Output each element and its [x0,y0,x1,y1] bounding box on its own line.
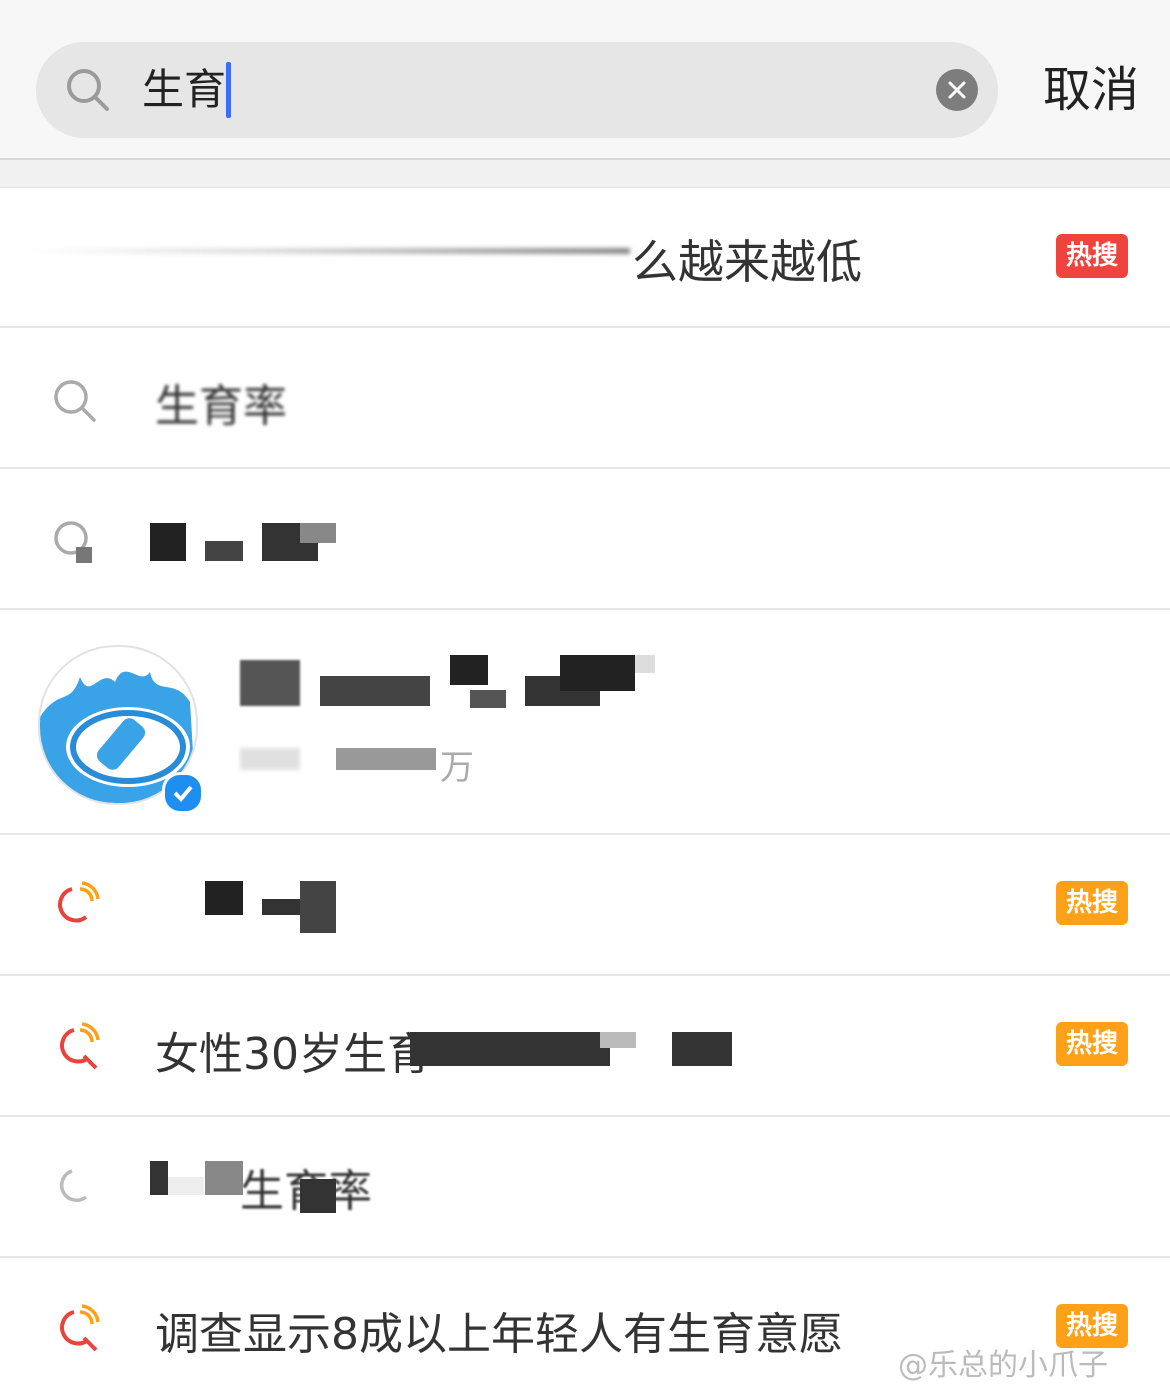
clear-button[interactable] [936,69,978,111]
search-input[interactable]: 生育 [36,42,998,138]
divider-band [0,160,1170,188]
follower-count: 万 [440,748,474,788]
suggestion-item[interactable]: 生育率 [0,1117,1170,1258]
verified-badge-icon [162,772,204,814]
suggestion-item[interactable]: 么越来越低 热搜 [0,188,1170,328]
suggestion-item[interactable]: 热搜 [0,835,1170,976]
suggestion-item[interactable] [0,469,1170,610]
search-icon [67,69,109,111]
suggestion-label: 么越来越低 [632,235,862,289]
search-query[interactable]: 生育 [142,60,226,120]
hot-search-icon [60,1304,100,1352]
cancel-button[interactable]: 取消 [1043,56,1139,124]
hot-search-icon [60,1022,100,1070]
search-icon [59,1169,88,1202]
suggestion-item[interactable]: 女性30岁生育 热搜 [0,976,1170,1117]
suggestion-label: 调查显示8成以上年轻人有生育意愿 [155,1309,843,1360]
text-caret [226,62,231,118]
watermark: @乐总的小爪子 [898,1348,1108,1383]
hot-search-icon [58,881,100,923]
search-icon [54,380,96,422]
hot-badge: 热搜 [1056,234,1128,278]
close-icon [948,81,966,99]
redacted-text [30,248,630,254]
redacted-text [240,748,300,770]
search-header: 生育 取消 [0,0,1170,160]
suggestion-item[interactable]: 生育率 [0,328,1170,469]
suggestion-label: 女性30岁生育 [155,1029,431,1080]
hot-badge: 热搜 [1056,881,1128,925]
search-icon [54,521,92,563]
suggestion-label: 生育率 [155,381,287,432]
redacted-text [336,748,436,770]
hot-badge: 热搜 [1056,1022,1128,1066]
